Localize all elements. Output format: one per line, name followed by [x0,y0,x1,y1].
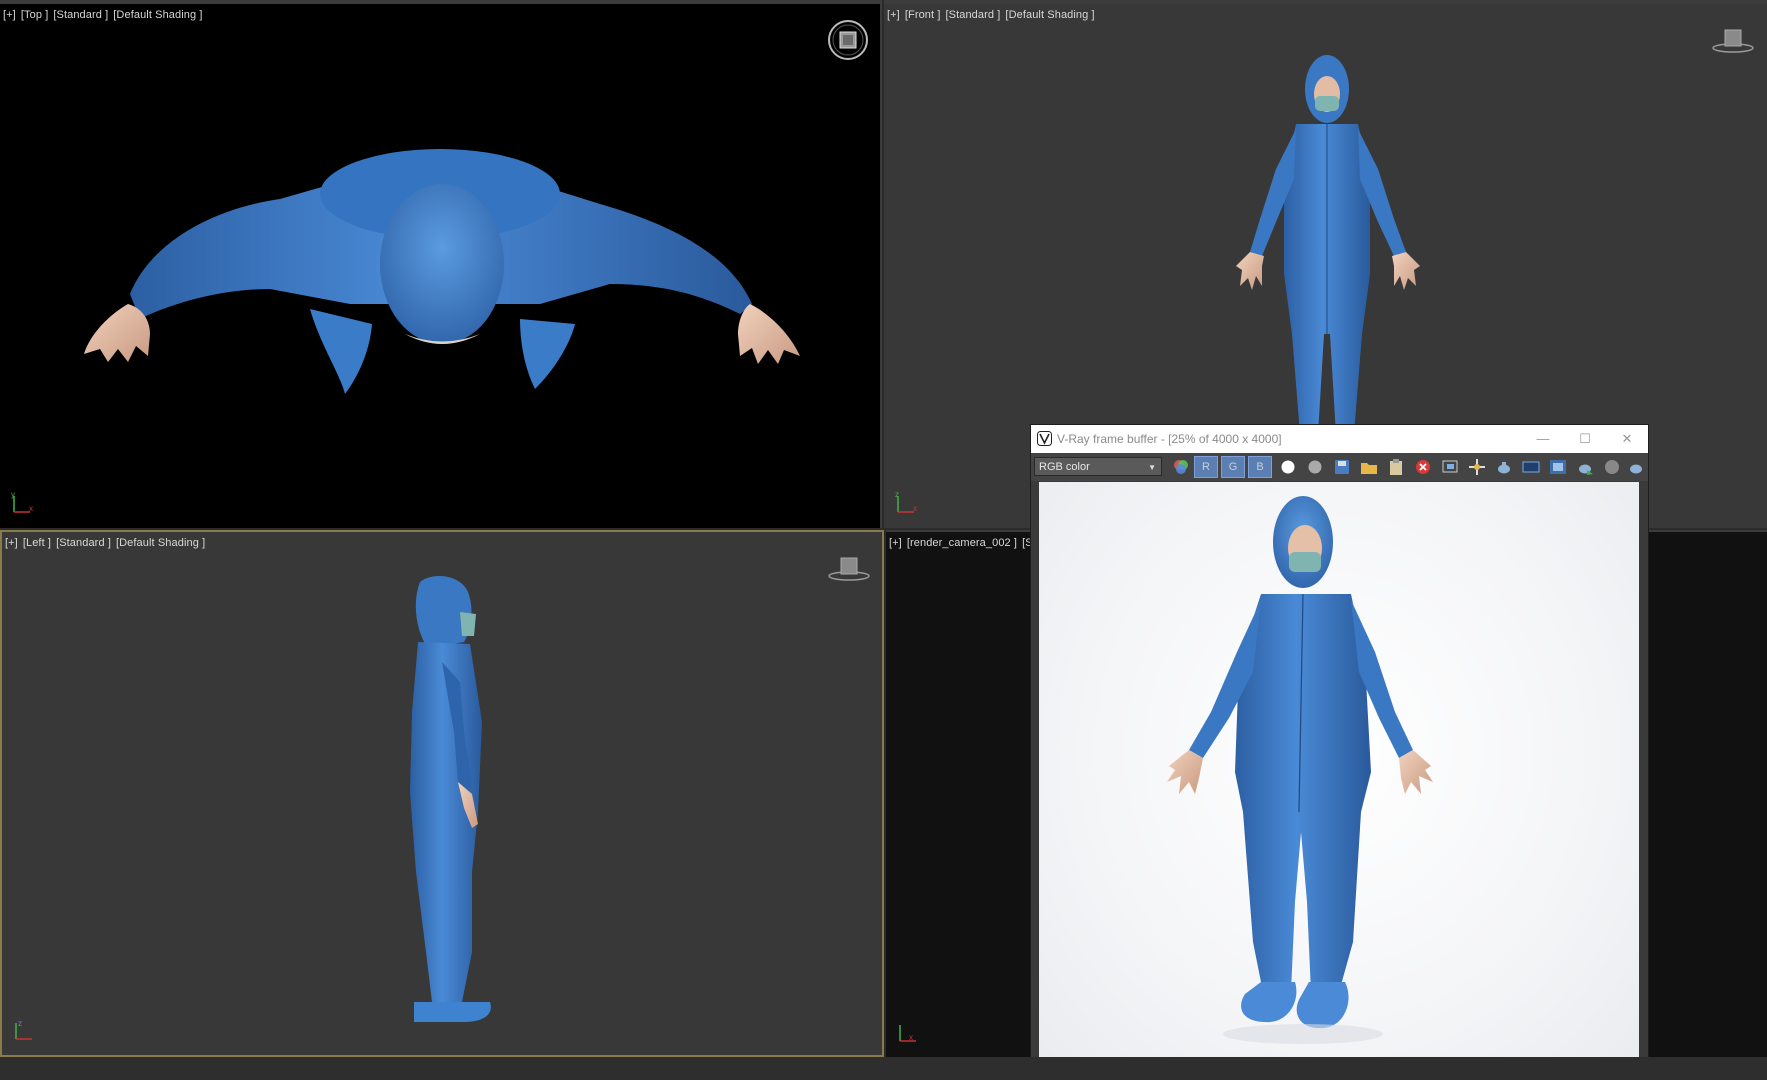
model-top-view [84,149,800,394]
model-left-view [410,576,491,1022]
axis-y-label: y [11,492,15,499]
teapot-icon[interactable] [1495,458,1513,476]
minimize-button[interactable]: — [1525,429,1561,449]
viewport-top[interactable]: [+] [Top ] [Standard ] [Default Shading ] y… [0,0,882,528]
lens-effects-icon[interactable] [1549,458,1567,476]
viewport-camera-name[interactable]: [render_camera_002 ] [907,537,1017,549]
window-titlebar[interactable]: V-Ray frame buffer - [25% of 4000 x 4000… [1031,425,1648,453]
viewport-label[interactable]: [+][render_camera_002 ][Sta [889,537,1047,549]
axis-x-label: x [29,504,33,513]
close-button[interactable]: ✕ [1609,429,1645,449]
axis-z-label: z [895,492,899,499]
axis-x-label: x [913,504,917,513]
channel-red-button[interactable]: R [1194,456,1218,478]
rendered-figure [1167,496,1433,1044]
save-icon[interactable] [1333,458,1351,476]
region-render-icon[interactable] [1441,458,1459,476]
channel-green-button[interactable]: G [1221,456,1245,478]
maximize-button[interactable]: ☐ [1567,429,1603,449]
clear-icon[interactable] [1414,458,1432,476]
axis-gizmo-icon: zx [894,490,918,516]
vray-frame-buffer-window[interactable]: V-Ray frame buffer - [25% of 4000 x 4000… [1031,425,1648,1080]
window-title: V-Ray frame buffer - [25% of 4000 x 4000… [1057,432,1282,446]
teapot-interactive-icon[interactable] [1627,458,1645,476]
channel-dropdown[interactable]: RGB color ▼ [1034,457,1162,476]
vray-logo-icon [1037,431,1052,451]
status-strip [0,1057,1767,1080]
axis-gizmo-icon: yx [10,490,34,516]
track-mouse-icon[interactable] [1468,458,1486,476]
viewport-left[interactable]: [+] [Left ] [Standard ] [Default Shading ] … [0,530,884,1057]
vfb-toolbar: RGB color ▼ R G B [1031,453,1648,481]
axis-z-label: z [18,1019,22,1028]
clipboard-icon[interactable] [1387,458,1405,476]
pixel-info-icon[interactable] [1522,458,1540,476]
viewport-menu-plus[interactable]: [+] [889,537,902,549]
axis-x-label: x [909,1033,913,1042]
axis-gizmo-icon: x [896,1021,920,1045]
dropdown-arrow-icon: ▼ [1148,463,1156,472]
render-image[interactable] [1039,482,1639,1080]
channel-dropdown-value: RGB color [1039,461,1090,473]
channel-blue-button[interactable]: B [1248,456,1272,478]
stop-icon[interactable] [1603,458,1621,476]
open-folder-icon[interactable] [1360,458,1378,476]
color-correct-icon[interactable] [1172,458,1190,476]
grey-circle-icon[interactable] [1306,458,1324,476]
render-icon[interactable] [1576,458,1594,476]
axis-gizmo-icon: z [12,1019,36,1043]
white-circle-icon[interactable] [1279,458,1297,476]
